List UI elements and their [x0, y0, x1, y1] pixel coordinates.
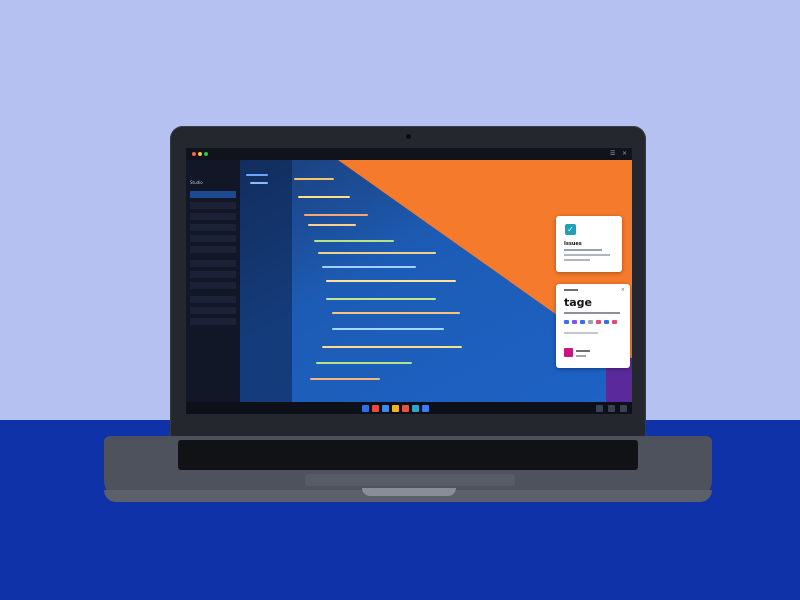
card-header-line	[564, 289, 578, 291]
detail-card[interactable]: × tage	[556, 284, 630, 368]
code-line	[308, 224, 356, 226]
notification-card[interactable]: ✓ Issues	[556, 216, 622, 272]
card-chip	[588, 320, 593, 324]
taskbar-tray-icon[interactable]	[596, 405, 603, 412]
code-line	[316, 362, 412, 364]
code-line	[332, 312, 460, 314]
code-line	[304, 214, 368, 216]
sidebar-item-active[interactable]	[190, 191, 236, 198]
card-chip	[604, 320, 609, 324]
code-line	[310, 378, 380, 380]
sidebar-item[interactable]	[190, 224, 236, 231]
taskbar-app-icon[interactable]	[402, 405, 409, 412]
code-line	[322, 266, 416, 268]
card-chip	[580, 320, 585, 324]
taskbar-app-icon[interactable]	[422, 405, 429, 412]
code-line	[332, 328, 444, 330]
sidebar-item[interactable]	[190, 282, 236, 289]
code-line	[314, 240, 394, 242]
card-line	[564, 332, 598, 334]
code-line	[250, 182, 268, 184]
lid-notch	[362, 488, 456, 496]
notification-line	[564, 254, 610, 256]
taskbar-app-icon[interactable]	[392, 405, 399, 412]
close-icon[interactable]: ×	[621, 287, 625, 293]
menu-icon[interactable]: ☰	[610, 150, 615, 157]
sidebar-item[interactable]	[190, 246, 236, 253]
sidebar-title: Studio	[190, 180, 203, 185]
sidebar-item[interactable]	[190, 260, 236, 267]
sidebar-item[interactable]	[190, 271, 236, 278]
code-line	[322, 346, 462, 348]
sidebar-item[interactable]	[190, 318, 236, 325]
code-line	[298, 196, 350, 198]
trackpad	[305, 474, 515, 486]
webcam	[406, 134, 411, 139]
app-icon	[564, 348, 573, 357]
close-icon[interactable]: ×	[622, 150, 627, 157]
taskbar-app-icon[interactable]	[372, 405, 379, 412]
taskbar-tray-icon[interactable]	[620, 405, 627, 412]
card-line	[564, 312, 620, 314]
code-line	[246, 174, 268, 176]
code-line	[326, 280, 456, 282]
keyboard	[178, 440, 638, 470]
taskbar-app-icon[interactable]	[412, 405, 419, 412]
sidebar-item[interactable]	[190, 202, 236, 209]
card-chip	[596, 320, 601, 324]
sidebar: Studio	[186, 160, 240, 414]
sidebar-item[interactable]	[190, 213, 236, 220]
sidebar-item[interactable]	[190, 296, 236, 303]
check-icon: ✓	[565, 224, 576, 235]
window-minimize-dot[interactable]	[198, 152, 202, 156]
taskbar-tray-icon[interactable]	[608, 405, 615, 412]
taskbar-app-icon[interactable]	[362, 405, 369, 412]
taskbar-app-icon[interactable]	[382, 405, 389, 412]
notification-line	[564, 249, 602, 251]
card-line	[576, 355, 586, 357]
card-chip	[564, 320, 569, 324]
code-line	[294, 178, 334, 180]
code-line	[318, 252, 436, 254]
window-titlebar: ☰ ×	[186, 148, 632, 160]
card-line	[576, 350, 590, 352]
window-close-dot[interactable]	[192, 152, 196, 156]
window-zoom-dot[interactable]	[204, 152, 208, 156]
notification-line	[564, 259, 590, 261]
card-chip	[612, 320, 617, 324]
laptop-screen: ☰ × Studio ✓ Issues × tage	[186, 148, 632, 414]
code-line	[326, 298, 436, 300]
file-panel	[240, 160, 292, 402]
sidebar-item[interactable]	[190, 235, 236, 242]
card-chip	[572, 320, 577, 324]
sidebar-item[interactable]	[190, 307, 236, 314]
notification-title: Issues	[564, 241, 582, 247]
card-heading: tage	[564, 296, 593, 309]
taskbar	[186, 402, 632, 414]
